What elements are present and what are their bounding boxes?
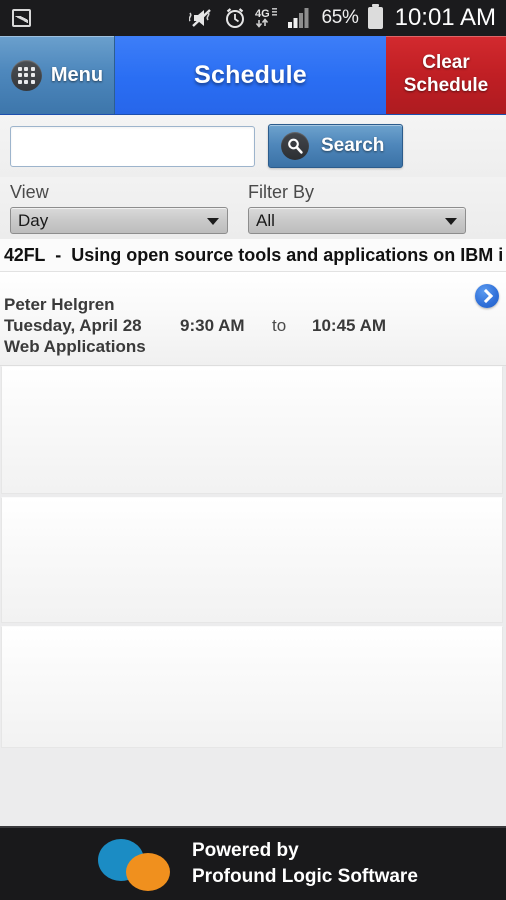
filterby-group: Filter By All: [248, 177, 466, 239]
session-title-text: Using open source tools and applications…: [71, 245, 504, 265]
session-header[interactable]: 42FL - Using open source tools and appli…: [0, 239, 506, 272]
filterby-select-value: All: [256, 210, 275, 230]
clear-schedule-label-line1: Clear: [422, 52, 470, 74]
view-filter-group: View Day: [10, 177, 228, 239]
session-separator: -: [55, 245, 62, 265]
signal-bars-icon: [288, 7, 312, 29]
footer-text: Powered by Profound Logic Software: [192, 838, 418, 890]
session-date: Tuesday, April 28: [4, 316, 142, 335]
session-time-line: Tuesday, April 28 9:30 AM to 10:45 AM: [4, 315, 502, 336]
footer-bar: Powered by Profound Logic Software: [0, 826, 506, 900]
battery-icon: [367, 4, 383, 29]
footer-company: Profound Logic Software: [192, 866, 418, 887]
session-track-line: Web Applications: [4, 336, 502, 357]
grid-menu-icon: [10, 59, 42, 91]
footer-powered-by: Powered by: [192, 840, 299, 861]
menu-button-label: Menu: [50, 63, 104, 86]
clear-schedule-button[interactable]: Clear Schedule: [386, 36, 506, 114]
gallery-icon: [12, 9, 31, 27]
status-bar-right: 4G 65% 10:01 AM: [189, 4, 496, 32]
session-start-time: 9:30 AM: [180, 316, 245, 335]
clear-schedule-label-line2: Schedule: [403, 75, 489, 96]
search-button[interactable]: Search: [268, 124, 404, 168]
svg-text:4G: 4G: [255, 8, 270, 20]
search-icon: [281, 132, 309, 160]
title-bar: Menu Schedule Clear Schedule: [0, 36, 506, 115]
view-select-value: Day: [18, 210, 49, 230]
filterby-select[interactable]: All: [248, 207, 466, 234]
search-button-label: Search: [321, 135, 385, 156]
view-label: View: [10, 182, 49, 202]
session-row[interactable]: Peter Helgren Tuesday, April 28 9:30 AM …: [0, 272, 506, 366]
filterby-label: Filter By: [248, 182, 315, 202]
filter-bar: View Day Filter By All: [0, 177, 506, 239]
chevron-down-icon: [445, 217, 457, 225]
session-time-separator: to: [272, 316, 287, 335]
app-window: 4G 65% 10:01 AM Menu Schedule Clear Sche…: [0, 0, 506, 900]
view-select[interactable]: Day: [10, 207, 228, 234]
session-speaker-line: Peter Helgren: [4, 294, 502, 315]
session-code: 42FL: [4, 245, 46, 265]
status-bar: 4G 65% 10:01 AM: [0, 0, 506, 36]
list-item[interactable]: [1, 497, 503, 623]
list-item[interactable]: [1, 626, 503, 748]
chevron-right-icon[interactable]: [475, 284, 499, 308]
list-item[interactable]: [1, 366, 503, 494]
profound-logic-logo: [98, 837, 174, 891]
battery-percent: 65%: [321, 7, 359, 28]
status-bar-left: [12, 9, 31, 27]
vibrate-mute-icon: [189, 7, 215, 29]
session-track: Web Applications: [4, 337, 146, 356]
page-title: Schedule: [194, 60, 307, 89]
session-speaker: Peter Helgren: [4, 295, 115, 314]
search-input[interactable]: [10, 125, 255, 167]
menu-button[interactable]: Menu: [0, 36, 115, 114]
logo-orange-circle: [126, 853, 170, 891]
chevron-down-icon: [207, 217, 219, 225]
4g-lte-icon: 4G: [255, 6, 279, 30]
search-bar: Search: [0, 115, 506, 177]
session-end-time: 10:45 AM: [312, 316, 387, 335]
status-clock: 10:01 AM: [394, 4, 496, 31]
alarm-clock-icon: [224, 7, 246, 29]
schedule-list: 42FL - Using open source tools and appli…: [0, 239, 506, 826]
